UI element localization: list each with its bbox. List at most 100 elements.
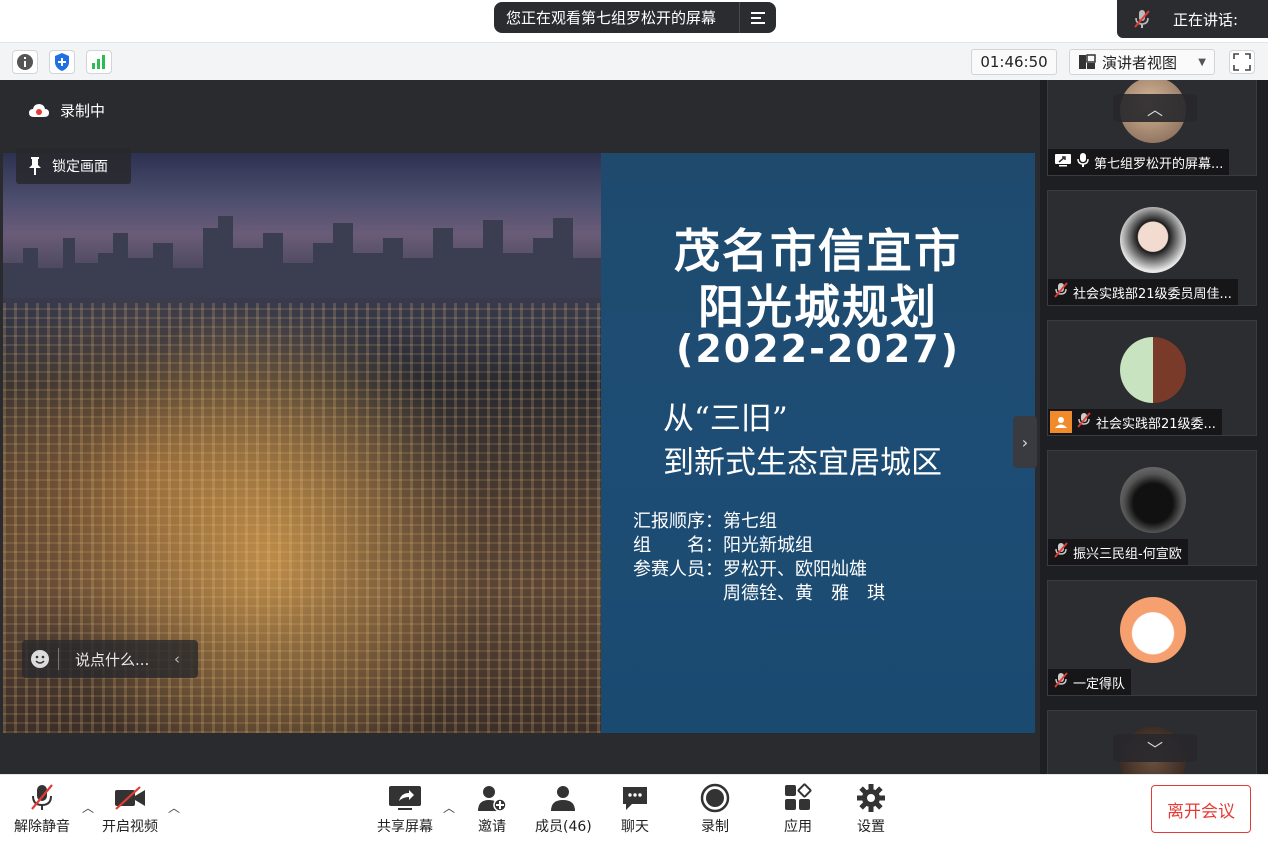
participant-name-bar: 振兴三民组-何宣欧 [1048, 539, 1188, 565]
meeting-timer: 01:46:50 [971, 49, 1057, 75]
mic-muted-icon [1054, 282, 1068, 302]
record-label: 录制 [701, 819, 729, 835]
participant-name-bar: 社会实践部21级委员周佳... [1048, 279, 1238, 305]
share-options-caret[interactable]: ︿ [443, 799, 455, 816]
record-button[interactable]: 录制 [700, 783, 730, 836]
quick-chat-input[interactable]: 说点什么... ‹ [22, 640, 198, 678]
members-button[interactable]: 成员(46) [535, 783, 592, 836]
audio-options-caret[interactable]: ︿ [82, 799, 94, 816]
menu-icon[interactable] [740, 11, 776, 25]
fullscreen-icon[interactable] [1229, 50, 1255, 74]
lock-view-label: 锁定画面 [52, 159, 108, 175]
lock-view-button[interactable]: 锁定画面 [16, 148, 131, 184]
security-shield-icon[interactable] [49, 50, 75, 74]
layout-icon [1079, 54, 1096, 69]
speaking-indicator: 正在讲话: [1117, 0, 1268, 38]
mic-muted-icon [1077, 412, 1091, 432]
chevron-left-icon[interactable]: ‹ [174, 650, 198, 668]
participant-tile[interactable]: 振兴三民组-何宣欧 [1047, 450, 1257, 566]
cloud-record-icon [29, 103, 49, 117]
mic-muted-icon [1054, 672, 1068, 692]
scroll-down-button[interactable]: ﹀ [1113, 734, 1197, 762]
settings-button[interactable]: 设置 [856, 783, 886, 836]
add-user-icon [477, 783, 507, 813]
host-badge-icon [1050, 411, 1072, 433]
avatar [1120, 597, 1186, 663]
chat-bubble-icon [620, 783, 650, 813]
slide-info-order: 汇报顺序：第七组 [633, 511, 777, 532]
unmute-button[interactable]: 解除静音 [14, 783, 70, 836]
avatar [1120, 467, 1186, 533]
chevron-up-icon: ︿ [1146, 100, 1163, 119]
participant-name: 社会实践部21级委员周佳... [1073, 286, 1232, 302]
slide-subtitle-line2: 到新式生态宜居城区 [663, 445, 942, 481]
camera-off-icon [113, 783, 147, 813]
apps-grid-icon [783, 783, 813, 813]
slide-years: (2022-2027) [675, 327, 961, 371]
apps-label: 应用 [784, 819, 812, 835]
leave-meeting-button[interactable]: 离开会议 [1151, 785, 1251, 833]
participant-name-bar: 一定得队 [1048, 669, 1132, 695]
unmute-label: 解除静音 [14, 819, 70, 835]
viewing-text: 您正在观看第七组罗松开的屏幕 [506, 9, 717, 27]
speaking-label: 正在讲话: [1173, 10, 1239, 29]
start-video-label: 开启视频 [102, 819, 158, 835]
avatar [1120, 337, 1186, 403]
mic-muted-icon [28, 783, 56, 813]
participant-tile[interactable]: 一定得队 [1047, 580, 1257, 696]
participant-name: 第七组罗松开的屏幕... [1094, 156, 1224, 172]
members-icon [548, 783, 578, 813]
share-screen-button[interactable]: 共享屏幕 [377, 783, 433, 836]
chat-button[interactable]: 聊天 [620, 783, 650, 836]
chevron-right-icon: › [1021, 432, 1029, 452]
settings-label: 设置 [857, 819, 885, 835]
shared-screen-stage: 录制中 锁定画面 茂名市信宜市 阳光城规划 (2022-2027) 从“三旧” … [0, 80, 1040, 774]
avatar [1120, 207, 1186, 273]
meeting-toolbar: 01:46:50 演讲者视图 ▼ [0, 42, 1268, 80]
participant-tile[interactable]: 社会实践部21级委员周佳... [1047, 190, 1257, 306]
participant-name: 振兴三民组-何宣欧 [1073, 546, 1182, 562]
view-mode-label: 演讲者视图 [1102, 53, 1178, 72]
mic-icon [1077, 152, 1089, 172]
invite-label: 邀请 [478, 819, 506, 835]
meeting-controls-bar: 解除静音 ︿ 开启视频 ︿ 共享屏幕 ︿ 邀请 成员(46) 聊天 录制 应用 … [0, 774, 1268, 842]
apps-button[interactable]: 应用 [783, 783, 813, 836]
mic-muted-icon [1117, 8, 1167, 30]
video-options-caret[interactable]: ︿ [168, 799, 180, 816]
participant-name-bar: 社会实践部21级委... [1048, 409, 1222, 435]
recording-label: 录制中 [60, 102, 106, 120]
participant-name: 一定得队 [1073, 676, 1126, 692]
skyline-silhouette [3, 216, 601, 298]
collapse-sidebar-button[interactable]: › [1013, 416, 1037, 468]
screen-share-icon [1054, 153, 1072, 171]
invite-button[interactable]: 邀请 [477, 783, 507, 836]
participant-tile[interactable]: 社会实践部21级委... [1047, 320, 1257, 436]
slide-subtitle-line1: 从“三旧” [663, 401, 788, 437]
share-screen-label: 共享屏幕 [377, 819, 433, 835]
signal-strength-icon[interactable] [86, 50, 112, 74]
slide-title-panel: 茂名市信宜市 阳光城规划 (2022-2027) 从“三旧” 到新式生态宜居城区… [601, 153, 1035, 733]
slide-info-group: 组 名：阳光新城组 [633, 535, 813, 556]
view-mode-select[interactable]: 演讲者视图 ▼ [1069, 49, 1215, 75]
pin-icon [29, 157, 41, 175]
chevron-down-icon: ▼ [1198, 56, 1206, 68]
start-video-button[interactable]: 开启视频 [102, 783, 158, 836]
viewing-banner[interactable]: 您正在观看第七组罗松开的屏幕 [494, 2, 776, 33]
info-icon[interactable] [12, 50, 38, 74]
chat-placeholder: 说点什么... [75, 650, 150, 669]
record-icon [700, 783, 730, 813]
slide-info-members-cont: 周德铨、黄 雅 琪 [633, 583, 885, 604]
participant-name: 社会实践部21级委... [1096, 416, 1216, 432]
emoji-icon[interactable] [22, 649, 58, 669]
chat-label: 聊天 [621, 819, 649, 835]
top-strip: 您正在观看第七组罗松开的屏幕 正在讲话: [0, 0, 1268, 42]
participant-name-bar: 第七组罗松开的屏幕... [1048, 149, 1230, 175]
participant-gallery[interactable]: ︿ 第七组罗松开的屏幕... 社会实践部21级委员周佳... 社会实践部21级委… [1040, 80, 1268, 774]
recording-indicator: 录制中 [28, 100, 105, 121]
members-label: 成员(46) [535, 819, 592, 835]
meeting-window: 您正在观看第七组罗松开的屏幕 正在讲话: 01:46:50 演讲者视图 ▼ 录制… [0, 0, 1268, 842]
share-screen-icon [388, 783, 422, 813]
scroll-up-button[interactable]: ︿ [1113, 94, 1197, 122]
gear-icon [856, 783, 886, 813]
slide-info-members: 参赛人员：罗松开、欧阳灿雄 [633, 559, 867, 580]
